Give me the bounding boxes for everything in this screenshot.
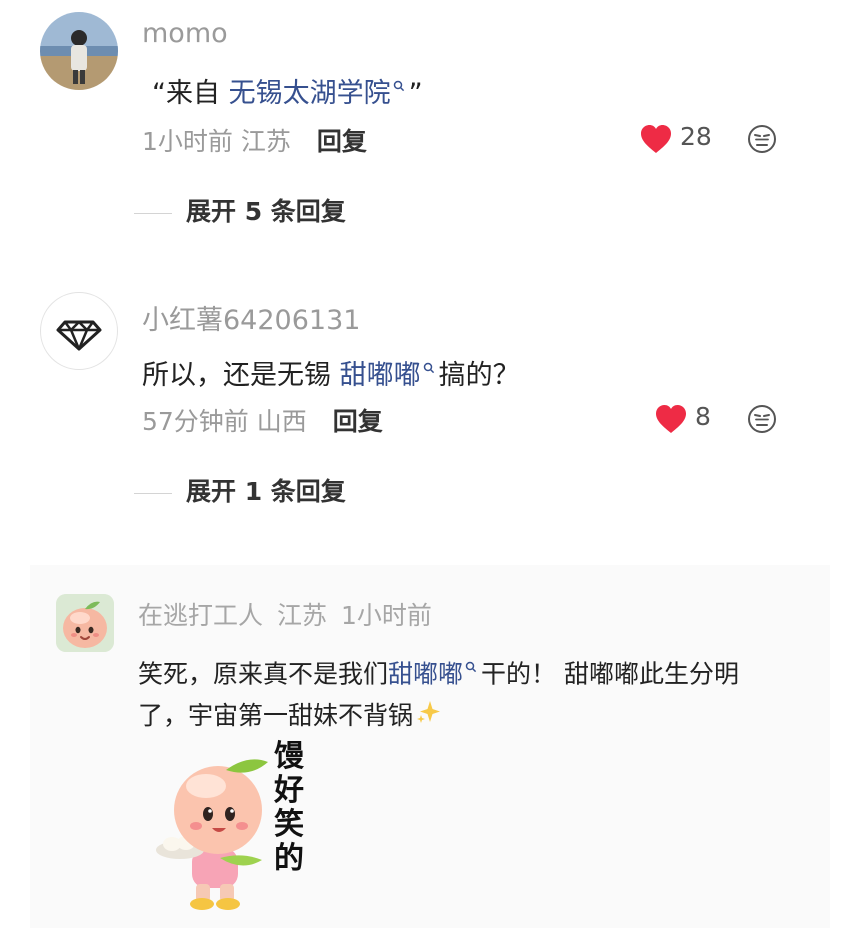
quoted-text-line2: 了，宇宙第一甜妹不背锅 <box>138 701 414 731</box>
avatar-peach[interactable] <box>56 594 114 652</box>
sticker-char: 的 <box>274 841 304 876</box>
hashtag-link[interactable]: 甜嘟嘟 <box>340 360 421 391</box>
divider <box>134 212 172 214</box>
reply-button[interactable]: 回复 <box>317 127 367 156</box>
like-count: 8 <box>695 402 711 431</box>
comment-username[interactable]: 小红薯64206131 <box>142 298 360 337</box>
sticker-char: 好 <box>274 773 304 808</box>
comment-text: “来自 无锡太湖学院 ” <box>152 68 423 110</box>
search-icon[interactable] <box>465 644 477 673</box>
comment-location: 山西 <box>256 407 307 436</box>
quoted-header: 在逃打工人 江苏 1小时前 <box>138 596 432 632</box>
expand-replies-label: 展开 1 条回复 <box>186 477 346 506</box>
like-count: 28 <box>680 122 712 151</box>
comment-text: 所以，还是无锡 甜嘟嘟 搞的？ <box>142 350 520 392</box>
comment-time: 1小时前 <box>142 127 233 156</box>
peach-mascot-image <box>156 759 268 910</box>
comment-username[interactable]: momo <box>142 18 228 49</box>
hashtag-link[interactable]: 甜嘟嘟 <box>388 659 463 688</box>
comment-location: 江苏 <box>240 127 291 156</box>
reply-button[interactable]: 回复 <box>333 407 383 436</box>
comment-meta: 57分钟前 山西 回复 <box>142 402 383 438</box>
quoted-comment-text: 笑死，原来真不是我们甜嘟嘟 干的！ 甜嘟嘟此生分明 了，宇宙第一甜妹不背锅 <box>138 644 798 738</box>
like-button[interactable]: 8 <box>655 402 730 436</box>
search-icon[interactable] <box>423 350 435 374</box>
search-icon[interactable] <box>393 68 405 92</box>
quoted-line-2: 了，宇宙第一甜妹不背锅 <box>138 695 798 738</box>
peach-sticker[interactable]: 馒 好 笑 的 <box>150 740 320 915</box>
comment-text-suffix: ” <box>408 78 423 109</box>
quoted-line-1: 笑死，原来真不是我们甜嘟嘟 干的！ 甜嘟嘟此生分明 <box>138 644 798 695</box>
quoted-location: 江苏 <box>276 601 327 630</box>
comment-text-suffix: 搞的？ <box>438 360 520 391</box>
divider <box>134 492 172 494</box>
sticker-char: 笑 <box>274 807 304 842</box>
quoted-text-suffix: 干的！ 甜嘟嘟此生分明 <box>481 659 739 689</box>
comment-text-prefix: “来自 <box>152 78 229 109</box>
unamused-face-icon[interactable] <box>747 124 777 158</box>
comment-time: 57分钟前 <box>142 407 249 436</box>
sparkles-icon <box>415 696 441 738</box>
comment-text-prefix: 所以，还是无锡 <box>142 360 340 391</box>
expand-replies-button[interactable]: 展开 1 条回复 <box>134 472 346 508</box>
quoted-time: 1小时前 <box>340 601 432 630</box>
unamused-face-icon[interactable] <box>747 404 777 438</box>
expand-replies-button[interactable]: 展开 5 条回复 <box>134 192 346 228</box>
quoted-text-prefix: 笑死，原来真不是我们 <box>138 659 389 689</box>
expand-replies-label: 展开 5 条回复 <box>186 197 346 226</box>
hashtag-link[interactable]: 无锡太湖学院 <box>229 78 391 109</box>
avatar-diamond[interactable] <box>40 292 118 370</box>
avatar-momo[interactable] <box>40 12 118 90</box>
like-button[interactable]: 28 <box>640 122 730 156</box>
quoted-username[interactable]: 在逃打工人 <box>138 601 263 630</box>
comment-meta: 1小时前 江苏 回复 <box>142 122 367 158</box>
sticker-char: 馒 <box>274 739 304 774</box>
heart-icon <box>641 125 671 153</box>
sticker-caption: 馒 好 笑 的 <box>272 740 306 876</box>
heart-icon <box>656 405 686 433</box>
